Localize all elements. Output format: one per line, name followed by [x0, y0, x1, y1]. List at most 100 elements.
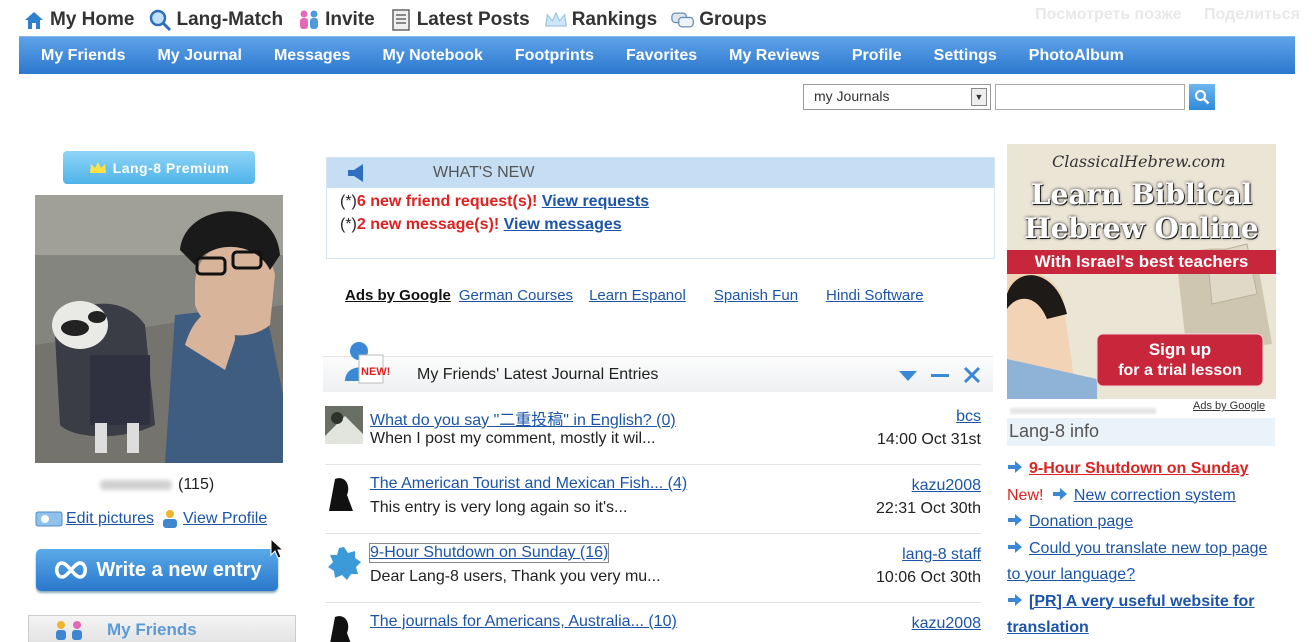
ad-cta-signup[interactable]: Sign up	[1097, 340, 1263, 360]
nav-lang-match-label: Lang-Match	[176, 9, 284, 30]
nav-groups[interactable]: Groups	[671, 8, 767, 32]
journal-entry-date: 10:06 Oct 30th	[876, 569, 981, 586]
journal-entry-author[interactable]: kazu2008	[912, 615, 981, 633]
journal-entry-date: 22:31 Oct 30th	[876, 500, 981, 517]
avatar[interactable]	[325, 544, 363, 582]
journal-entry-title[interactable]: What do you say "二重投稿" in English? (0)	[370, 406, 676, 430]
write-new-entry-button[interactable]: Write a new entry	[36, 549, 278, 591]
ads-by-google-label[interactable]: Ads by Google	[345, 287, 451, 304]
whats-new-header: WHAT'S NEW	[327, 158, 994, 188]
watch-later-link[interactable]: Посмотреть позже	[1035, 6, 1181, 23]
avatar[interactable]	[325, 475, 363, 513]
info-link-correction-system[interactable]: New correction system	[1074, 487, 1236, 504]
avatar[interactable]	[325, 613, 363, 642]
view-requests-link[interactable]: View requests	[542, 193, 649, 210]
arrow-right-icon	[1052, 487, 1067, 500]
ads-by-google-small[interactable]: Ads by Google	[1193, 400, 1265, 412]
tab-footprints[interactable]: Footprints	[515, 47, 594, 65]
tab-profile[interactable]: Profile	[852, 47, 902, 65]
whats-new-title: WHAT'S NEW	[433, 164, 535, 181]
edit-pictures-link[interactable]: Edit pictures	[35, 509, 154, 529]
top-navigation: My Home Lang-Match Invite Latest Posts R…	[22, 4, 767, 36]
hebrew-ad-banner[interactable]: ClassicalHebrew.com Learn Biblical Hebre…	[1007, 144, 1276, 399]
journal-entry-row: The American Tourist and Mexican Fish...…	[325, 467, 981, 534]
info-item: Could you translate new top page to your…	[1007, 536, 1282, 589]
view-profile-label: View Profile	[183, 510, 268, 527]
tab-my-journal[interactable]: My Journal	[157, 47, 241, 65]
minimize-icon[interactable]	[929, 365, 951, 385]
arrow-right-icon	[1008, 514, 1022, 526]
arrow-right-icon	[1008, 540, 1022, 553]
share-link[interactable]: Поделиться	[1204, 6, 1300, 23]
tab-photoalbum[interactable]: PhotoAlbum	[1029, 47, 1124, 65]
google-ads-row: Ads by Google German Courses Learn Espan…	[345, 287, 924, 304]
friends-journal-header: NEW! My Friends' Latest Journal Entries	[323, 342, 993, 392]
avatar[interactable]	[325, 406, 363, 444]
tab-favorites[interactable]: Favorites	[626, 47, 697, 65]
ad-redacted-line	[1010, 408, 1156, 414]
secondary-navigation: My Friends My Journal Messages My Notebo…	[19, 36, 1295, 74]
chevron-down-icon[interactable]: ▼	[971, 88, 987, 106]
journal-entry-title[interactable]: The journals for Americans, Australia...…	[370, 613, 677, 631]
my-friends-panel-header[interactable]: My Friends	[28, 615, 296, 642]
search-scope-select[interactable]: my Journals ▼	[803, 84, 991, 110]
document-icon	[389, 8, 413, 32]
nav-invite-label: Invite	[325, 9, 375, 30]
nav-lang-match[interactable]: Lang-Match	[148, 8, 283, 32]
tab-messages[interactable]: Messages	[274, 47, 351, 65]
ad-headline-2: Hebrew Online	[1024, 212, 1259, 245]
magnifier-icon	[148, 8, 172, 32]
journal-entry-title[interactable]: The American Tourist and Mexican Fish...…	[370, 475, 687, 493]
close-icon[interactable]	[961, 365, 983, 385]
view-messages-link[interactable]: View messages	[504, 216, 622, 233]
premium-badge[interactable]: Lang-8 Premium	[63, 151, 255, 184]
chat-bubbles-icon	[671, 8, 695, 32]
ad-cta-trial[interactable]: for a trial lesson	[1097, 362, 1263, 380]
tab-my-reviews[interactable]: My Reviews	[729, 47, 820, 65]
info-link-donation[interactable]: Donation page	[1029, 513, 1133, 530]
search-bar: my Journals ▼	[803, 84, 1215, 110]
tab-settings[interactable]: Settings	[934, 47, 997, 65]
search-button[interactable]	[1189, 84, 1215, 110]
nav-rankings[interactable]: Rankings	[544, 8, 657, 32]
nav-my-home[interactable]: My Home	[22, 8, 134, 32]
edit-pictures-label: Edit pictures	[66, 510, 155, 527]
lang8-info-header: Lang-8 info	[1007, 418, 1275, 446]
new-badge-text: NEW!	[361, 366, 391, 378]
info-link-translation-website[interactable]: [PR] A very useful website for translati…	[1007, 593, 1255, 637]
crown-icon	[89, 161, 106, 173]
search-icon	[1195, 90, 1210, 105]
whats-new-panel: WHAT'S NEW (*)6 new friend request(s)! V…	[326, 157, 995, 259]
new-label: New!	[1007, 486, 1044, 504]
search-input[interactable]	[995, 84, 1185, 110]
nav-invite[interactable]: Invite	[297, 8, 375, 32]
new-entries-badge: NEW!	[333, 341, 399, 387]
infinity-icon	[55, 561, 88, 579]
tab-my-notebook[interactable]: My Notebook	[382, 47, 482, 65]
my-friends-label: My Friends	[107, 620, 197, 639]
tab-my-friends[interactable]: My Friends	[41, 47, 125, 65]
info-link-shutdown[interactable]: 9-Hour Shutdown on Sunday	[1029, 460, 1249, 477]
journal-entry-author[interactable]: lang-8 staff	[902, 546, 981, 564]
ad-brand: ClassicalHebrew.com	[1052, 152, 1226, 171]
journal-entry-author[interactable]: kazu2008	[912, 477, 981, 495]
ad-link-learn-espanol[interactable]: Learn Espanol	[589, 287, 686, 304]
search-scope-value: my Journals	[814, 88, 890, 104]
mouse-cursor-icon	[270, 538, 284, 559]
profile-photo[interactable]	[35, 195, 283, 463]
journal-entry-snippet: When I post my comment, mostly it wil...	[370, 430, 656, 447]
ad-link-spanish-fun[interactable]: Spanish Fun	[714, 287, 798, 304]
journal-entry-title[interactable]: 9-Hour Shutdown on Sunday (16)	[368, 543, 610, 563]
crown-icon	[544, 8, 568, 32]
ad-link-german-courses[interactable]: German Courses	[459, 287, 573, 304]
journal-entry-row: What do you say "二重投稿" in English? (0) W…	[325, 398, 981, 465]
ad-link-hindi-software[interactable]: Hindi Software	[826, 287, 924, 304]
info-link-translate-top-page[interactable]: Could you translate new top page to your…	[1007, 540, 1267, 584]
info-item: [PR] A very useful website for translati…	[1007, 589, 1282, 642]
nav-latest-posts[interactable]: Latest Posts	[389, 8, 530, 32]
journal-entry-author[interactable]: bcs	[956, 408, 981, 426]
collapse-triangle-icon[interactable]	[897, 365, 919, 385]
view-profile-link[interactable]: View Profile	[160, 509, 267, 529]
profile-username[interactable]: (115)	[100, 476, 214, 494]
username-redacted	[100, 479, 172, 490]
